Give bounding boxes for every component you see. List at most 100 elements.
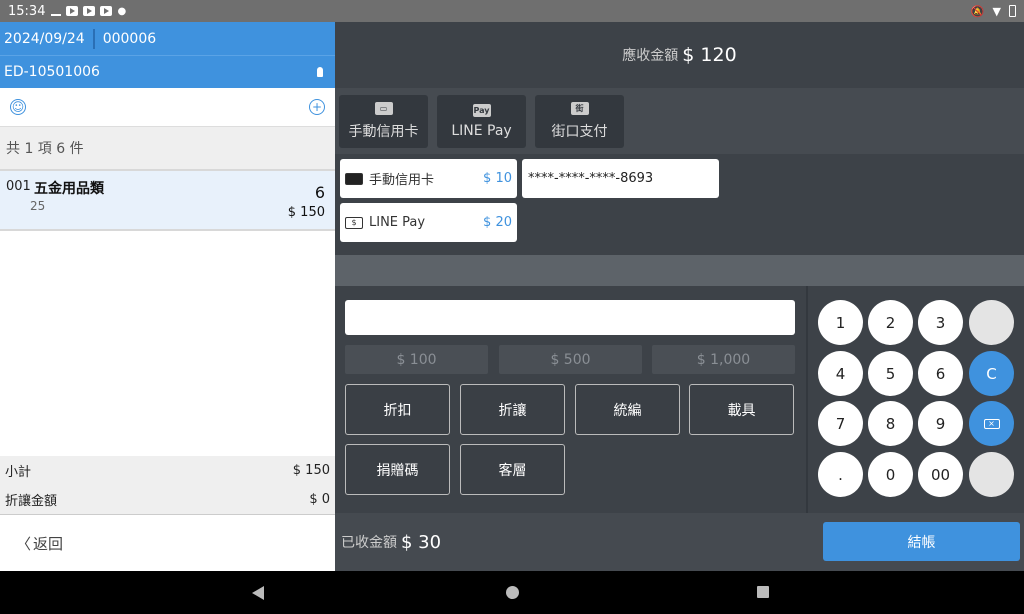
list-item[interactable]: 001 五金用品類 25 6 $ 150 (0, 169, 335, 231)
amount-input[interactable] (345, 300, 795, 335)
donation-code-button[interactable]: 捐贈碼 (345, 444, 450, 495)
staff-id: ED-10501006 (4, 64, 100, 80)
order-panel: 2024/09/24 000006 ED-10501006 ☺ + 共 1 項 … (0, 22, 335, 571)
method-label: LINE Pay (451, 123, 512, 139)
keypad-divider (806, 286, 808, 513)
order-date: 2024/09/24 (4, 30, 85, 47)
carrier-button[interactable]: 載具 (689, 384, 794, 435)
customer-row: ☺ + (0, 88, 335, 127)
received-value: $ 30 (401, 531, 442, 553)
status-time: 15:34 (8, 3, 46, 19)
add-customer-icon[interactable]: + (309, 99, 325, 115)
method-jkos[interactable]: 街 街口支付 (535, 95, 624, 148)
order-header: 2024/09/24 000006 (0, 22, 335, 55)
received-label: 已收金額 (341, 535, 397, 551)
card-number-field[interactable]: ****-****-****-8693 (522, 159, 719, 198)
item-name: 五金用品類 (34, 181, 104, 197)
backspace-key[interactable]: × (969, 401, 1014, 446)
key-1[interactable]: 1 (818, 300, 863, 345)
key-2[interactable]: 2 (868, 300, 913, 345)
youtube-icon-3 (100, 6, 113, 16)
back-button[interactable]: 〈 返回 (0, 514, 335, 571)
nav-back-icon[interactable] (252, 586, 264, 600)
key-5[interactable]: 5 (868, 351, 913, 396)
discount-row: 折讓金額 $ 0 (0, 485, 335, 514)
person-icon[interactable] (317, 67, 323, 77)
battery-icon (1009, 5, 1016, 17)
key-9[interactable]: 9 (918, 401, 963, 446)
applied-label: 手動信用卡 (369, 173, 435, 188)
key-dot[interactable]: . (818, 452, 863, 497)
discount-button[interactable]: 折扣 (345, 384, 450, 435)
key-clear[interactable]: C (969, 351, 1014, 396)
applied-line-pay[interactable]: $ LINE Pay $ 20 (340, 203, 517, 242)
due-value: $ 120 (682, 44, 737, 66)
quick-amount-1000[interactable]: $ 1,000 (652, 345, 795, 374)
key-4[interactable]: 4 (818, 351, 863, 396)
user-icon[interactable]: ☺ (10, 99, 26, 115)
quick-amount-100[interactable]: $ 100 (345, 345, 488, 374)
totals: 小計 $ 150 折讓金額 $ 0 (0, 456, 335, 514)
mute-icon: 🔕 (970, 4, 985, 18)
status-bar: 15:34 ● 🔕 ▼ (0, 0, 1024, 22)
item-price: $ 150 (287, 205, 325, 220)
chevron-left-icon: 〈 (16, 534, 32, 553)
method-label: 手動信用卡 (348, 124, 419, 140)
subtotal-value: $ 150 (292, 463, 330, 478)
checkout-button[interactable]: 結帳 (823, 522, 1020, 561)
method-label: 街口支付 (551, 124, 608, 140)
card-icon: ▭ (374, 102, 393, 115)
amount-due: 應收金額 $ 120 (335, 22, 1024, 88)
nav-home-icon[interactable] (506, 586, 519, 599)
applied-payments: 手動信用卡 $ 10 ****-****-****-8693 $ LINE Pa… (335, 154, 1024, 255)
youtube-icon (66, 6, 79, 16)
jkos-icon: 街 (570, 102, 589, 115)
tax-id-button[interactable]: 統編 (575, 384, 680, 435)
discount-value: $ 0 (309, 492, 330, 507)
payment-methods: ▭ 手動信用卡 Pay LINE Pay 街 街口支付 (335, 88, 1024, 154)
method-line-pay[interactable]: Pay LINE Pay (437, 95, 526, 148)
key-00[interactable]: 00 (918, 452, 963, 497)
separator-bar (335, 255, 1024, 286)
received-bar: 已收金額 $ 30 結帳 (335, 513, 1024, 571)
key-0[interactable]: 0 (868, 452, 913, 497)
key-8[interactable]: 8 (868, 401, 913, 446)
applied-manual-card[interactable]: 手動信用卡 $ 10 (340, 159, 517, 198)
payment-panel: 應收金額 $ 120 ▭ 手動信用卡 Pay LINE Pay 街 街口支付 手… (335, 22, 1024, 571)
subtotal-row: 小計 $ 150 (0, 456, 335, 485)
download-icon (51, 7, 62, 16)
key-6[interactable]: 6 (918, 351, 963, 396)
navigation-bar (0, 571, 1024, 614)
line-pay-icon: Pay (472, 104, 491, 117)
due-label: 應收金額 (622, 48, 679, 64)
allowance-button[interactable]: 折讓 (460, 384, 565, 435)
item-no: 001 (6, 179, 31, 194)
cash-icon: $ (345, 216, 363, 229)
header-divider (92, 28, 95, 49)
customer-segment-button[interactable]: 客層 (460, 444, 565, 495)
wifi-icon: ▼ (992, 4, 1001, 18)
applied-label: LINE Pay (369, 215, 426, 230)
card-icon (345, 172, 363, 185)
item-count: 共 1 項 6 件 (0, 127, 335, 169)
key-3[interactable]: 3 (918, 300, 963, 345)
quick-amount-500[interactable]: $ 500 (499, 345, 642, 374)
key-blank-1[interactable] (969, 300, 1014, 345)
key-blank-2[interactable] (969, 452, 1014, 497)
back-label: 返回 (33, 534, 64, 553)
youtube-icon-2 (83, 6, 96, 16)
item-sub: 25 (30, 199, 46, 213)
dot-icon: ● (117, 5, 127, 17)
applied-value: $ 20 (483, 215, 512, 230)
backspace-icon: × (983, 418, 1000, 429)
item-qty: 6 (314, 183, 325, 202)
applied-value: $ 10 (483, 171, 512, 186)
key-7[interactable]: 7 (818, 401, 863, 446)
nav-recents-icon[interactable] (757, 586, 769, 598)
discount-label: 折讓金額 (5, 494, 58, 509)
staff-header: ED-10501006 (0, 55, 335, 88)
entry-area: $ 100 $ 500 $ 1,000 折扣 折讓 統編 載具 捐贈碼 客層 1… (335, 286, 1024, 513)
order-number: 000006 (102, 30, 157, 47)
subtotal-label: 小計 (5, 465, 32, 480)
method-manual-card[interactable]: ▭ 手動信用卡 (339, 95, 428, 148)
